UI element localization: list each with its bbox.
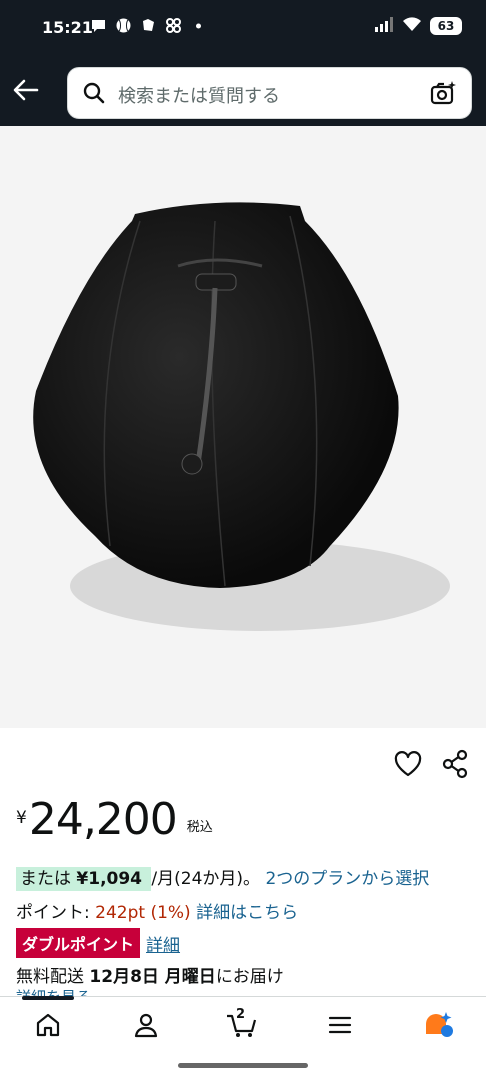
price-block: ¥ 24,200 税込 — [16, 794, 213, 845]
heart-icon — [394, 751, 422, 777]
bottom-navigation: 2 — [0, 996, 486, 1080]
dot-indicator-icon — [190, 17, 207, 34]
camera-search-icon[interactable] — [429, 79, 457, 107]
installment-highlight: または ¥1,094 — [16, 867, 152, 891]
delivery-date: 12月8日 月曜日 — [89, 967, 216, 987]
nav-cart[interactable]: 2 — [222, 1007, 262, 1041]
nav-home[interactable] — [28, 1009, 68, 1041]
top-header: 15:21 63 検索または質問する — [0, 0, 486, 126]
back-arrow-icon — [13, 79, 39, 101]
delivery-line: 無料配送 12月8日 月曜日にお届け — [16, 962, 284, 987]
points-value: 242pt — [95, 903, 146, 923]
assistant-icon — [426, 1012, 453, 1037]
points-detail-link[interactable]: 詳細はこちら — [196, 903, 298, 923]
installment-amount: ¥1,094 — [76, 869, 143, 889]
nav-account[interactable] — [126, 1009, 166, 1041]
share-button[interactable] — [441, 749, 469, 779]
installment-term: /月(24か月)。 — [151, 869, 261, 889]
status-bar: 15:21 63 — [0, 0, 486, 58]
installment-prefix: または — [20, 869, 71, 889]
price-currency: ¥ — [16, 808, 27, 828]
back-button[interactable] — [10, 74, 42, 106]
signal-icon — [374, 16, 394, 36]
notification-icons — [90, 17, 207, 34]
nav-assistant[interactable] — [418, 1009, 458, 1041]
app-notification-icon — [140, 17, 157, 34]
double-point-line: ダブルポイント 詳細 — [16, 928, 180, 958]
drawstring-bag-image — [0, 126, 486, 728]
delivery-suffix: にお届け — [215, 967, 284, 987]
price-amount: 24,200 — [28, 794, 178, 845]
wishlist-button[interactable] — [394, 751, 422, 777]
installment-plan-link[interactable]: 2つのプランから選択 — [265, 869, 429, 889]
battery-indicator: 63 — [430, 17, 462, 35]
share-icon — [442, 749, 468, 779]
person-icon — [134, 1013, 158, 1038]
home-indicator — [178, 1063, 308, 1068]
double-point-badge: ダブルポイント — [16, 928, 141, 958]
baseball-notification-icon — [115, 17, 132, 34]
cart-count: 2 — [236, 1007, 246, 1022]
chat-notification-icon — [90, 17, 107, 34]
points-percent: (1%) — [150, 903, 191, 923]
tax-label: 税込 — [186, 820, 213, 835]
pinwheel-notification-icon — [165, 17, 182, 34]
status-right: 63 — [374, 16, 462, 36]
product-image[interactable] — [0, 126, 486, 728]
points-line: ポイント: 242pt (1%) 詳細はこちら — [16, 898, 298, 923]
home-icon — [36, 1013, 60, 1037]
delivery-prefix: 無料配送 — [16, 967, 84, 987]
search-icon — [82, 81, 106, 105]
more-details-link[interactable]: 詳細を見る — [16, 986, 91, 996]
search-placeholder[interactable]: 検索または質問する — [118, 82, 280, 108]
active-tab-indicator — [22, 996, 74, 1000]
installment-line: または ¥1,094 /月(24か月)。 2つのプランから選択 — [16, 864, 429, 891]
wifi-icon — [402, 16, 422, 36]
status-time: 15:21 — [42, 18, 93, 37]
nav-menu[interactable] — [320, 1009, 360, 1041]
double-point-detail-link[interactable]: 詳細 — [146, 931, 180, 956]
points-label: ポイント: — [16, 903, 90, 923]
menu-icon — [328, 1016, 352, 1034]
search-bar[interactable]: 検索または質問する — [67, 67, 472, 119]
